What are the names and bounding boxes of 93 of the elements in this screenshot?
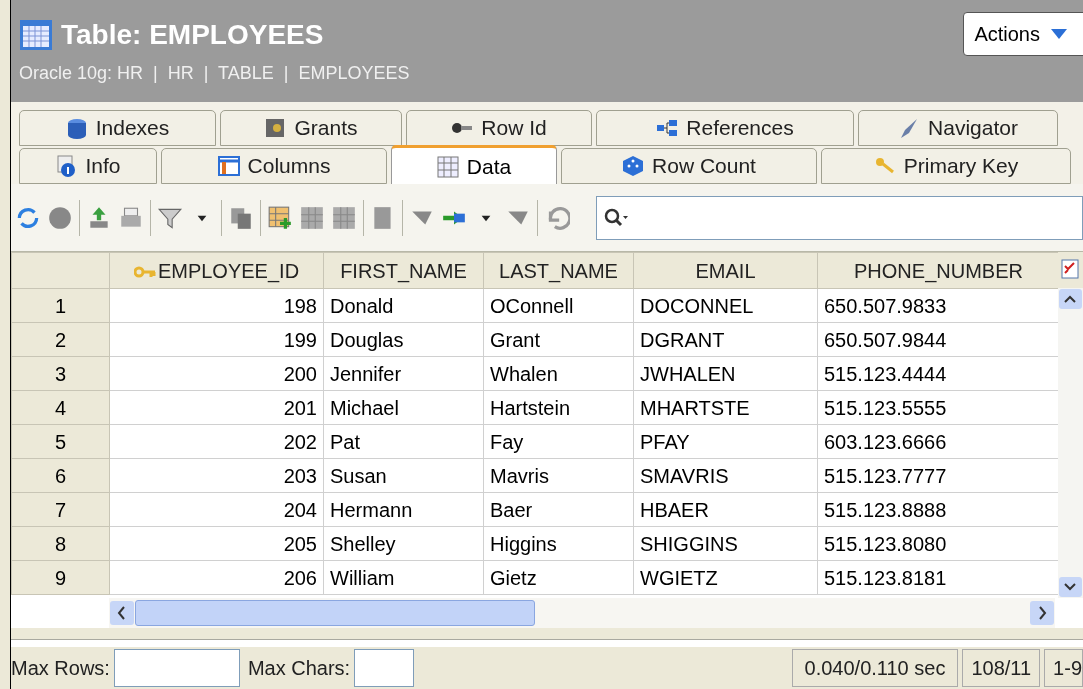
scroll-down-icon[interactable] bbox=[1058, 576, 1083, 598]
row-number: 2 bbox=[11, 322, 110, 357]
table-cell: 200 bbox=[109, 356, 324, 391]
table-cell: DGRANT bbox=[633, 322, 818, 357]
info-icon bbox=[55, 155, 78, 177]
table-cell: SMAVRIS bbox=[633, 458, 818, 493]
horizontal-scrollbar[interactable] bbox=[109, 598, 1055, 628]
table-icon bbox=[19, 19, 53, 51]
grid-icon bbox=[436, 155, 459, 178]
table-cell: Shelley bbox=[323, 526, 484, 561]
table-cell: OConnell bbox=[483, 288, 634, 323]
tab[interactable]: Grants bbox=[220, 110, 402, 146]
column-header[interactable]: EMAIL bbox=[633, 252, 818, 289]
table-cell: Donald bbox=[323, 288, 484, 323]
row-number: 7 bbox=[11, 492, 110, 527]
cube-icon bbox=[622, 155, 645, 177]
table-cell: 203 bbox=[109, 458, 324, 493]
table-cell: Fay bbox=[483, 424, 634, 459]
table-cell: Mavris bbox=[483, 458, 634, 493]
column-header[interactable]: EMPLOYEE_ID bbox=[109, 252, 324, 289]
table-cell: Pat bbox=[323, 424, 484, 459]
table-cell: 204 bbox=[109, 492, 324, 527]
range-status: 1-9 bbox=[1044, 649, 1083, 687]
table-cell: Hermann bbox=[323, 492, 484, 527]
table-cell: MHARTSTE bbox=[633, 390, 818, 425]
tab[interactable]: Navigator bbox=[858, 110, 1058, 146]
table-cell: PFAY bbox=[633, 424, 818, 459]
vertical-scrollbar[interactable] bbox=[1058, 288, 1083, 598]
search-field[interactable] bbox=[596, 195, 1083, 240]
table-cell: 199 bbox=[109, 322, 324, 357]
tab[interactable]: Info bbox=[19, 148, 157, 184]
page-title: Table: EMPLOYEES bbox=[61, 18, 324, 52]
table-cell: HBAER bbox=[633, 492, 818, 527]
table-cell: Whalen bbox=[483, 356, 634, 391]
table-cell: Susan bbox=[323, 458, 484, 493]
tab[interactable]: Indexes bbox=[19, 110, 216, 146]
row-number: 5 bbox=[11, 424, 110, 459]
row-number: 8 bbox=[11, 526, 110, 561]
breadcrumb: Oracle 10g: HR | HR | TABLE | EMPLOYEES bbox=[19, 62, 411, 85]
column-chooser-icon[interactable] bbox=[1058, 252, 1083, 288]
table-cell: 205 bbox=[109, 526, 324, 561]
table-cell: Higgins bbox=[483, 526, 634, 561]
table-cell: William bbox=[323, 560, 484, 595]
grid-icon[interactable] bbox=[299, 204, 325, 231]
table-cell: 206 bbox=[109, 560, 324, 595]
column-header[interactable]: LAST_NAME bbox=[483, 252, 634, 289]
table-cell: 201 bbox=[109, 390, 324, 425]
max-chars-label: Max Chars: bbox=[247, 656, 351, 681]
max-rows-label: Max Rows: bbox=[11, 656, 110, 681]
actions-button[interactable]: Actions bbox=[963, 12, 1083, 56]
columns-icon bbox=[217, 155, 240, 177]
grid-icon[interactable] bbox=[331, 204, 357, 231]
scroll-right-icon[interactable] bbox=[1029, 600, 1055, 626]
tab[interactable]: References bbox=[596, 110, 854, 146]
safe-icon bbox=[264, 117, 287, 139]
table-cell: Hartstein bbox=[483, 390, 634, 425]
stop-icon[interactable] bbox=[47, 204, 73, 231]
table-cell: DOCONNEL bbox=[633, 288, 818, 323]
table-cell: Gietz bbox=[483, 560, 634, 595]
table-cell: Baer bbox=[483, 492, 634, 527]
dropdown-arrow-icon bbox=[1050, 28, 1068, 40]
table-cell: 202 bbox=[109, 424, 324, 459]
table-cell: Douglas bbox=[323, 322, 484, 357]
table-cell: Michael bbox=[323, 390, 484, 425]
column-header[interactable]: FIRST_NAME bbox=[323, 252, 484, 289]
tab[interactable]: Data bbox=[391, 145, 557, 185]
max-chars-field[interactable] bbox=[354, 649, 415, 687]
timing-status: 0.040/0.110 sec bbox=[791, 649, 959, 687]
table-cell: JWHALEN bbox=[633, 356, 818, 391]
hierarchy-icon bbox=[656, 117, 679, 139]
row-number: 3 bbox=[11, 356, 110, 391]
row-number: 4 bbox=[11, 390, 110, 425]
row-number: 1 bbox=[11, 288, 110, 323]
tab[interactable]: Primary Key bbox=[821, 148, 1071, 184]
database-icon bbox=[65, 117, 88, 139]
count-status: 108/11 bbox=[962, 649, 1041, 687]
max-rows-field[interactable] bbox=[113, 649, 240, 687]
row-number: 9 bbox=[11, 560, 110, 595]
scroll-left-icon[interactable] bbox=[109, 600, 135, 626]
add-row-icon[interactable] bbox=[267, 204, 293, 231]
table-cell: Jennifer bbox=[323, 356, 484, 391]
table-cell: Grant bbox=[483, 322, 634, 357]
search-icon bbox=[603, 206, 629, 229]
table-cell: SHIGGINS bbox=[633, 526, 818, 561]
tab[interactable]: Row Id bbox=[406, 110, 592, 146]
table-cell: 198 bbox=[109, 288, 324, 323]
scroll-up-icon[interactable] bbox=[1058, 288, 1083, 310]
column-header[interactable]: PHONE_NUMBER bbox=[817, 252, 1058, 289]
tab[interactable]: Row Count bbox=[561, 148, 817, 184]
scroll-thumb[interactable] bbox=[135, 600, 535, 626]
row-number: 6 bbox=[11, 458, 110, 493]
table-cell: WGIETZ bbox=[633, 560, 818, 595]
tab[interactable]: Columns bbox=[161, 148, 387, 184]
